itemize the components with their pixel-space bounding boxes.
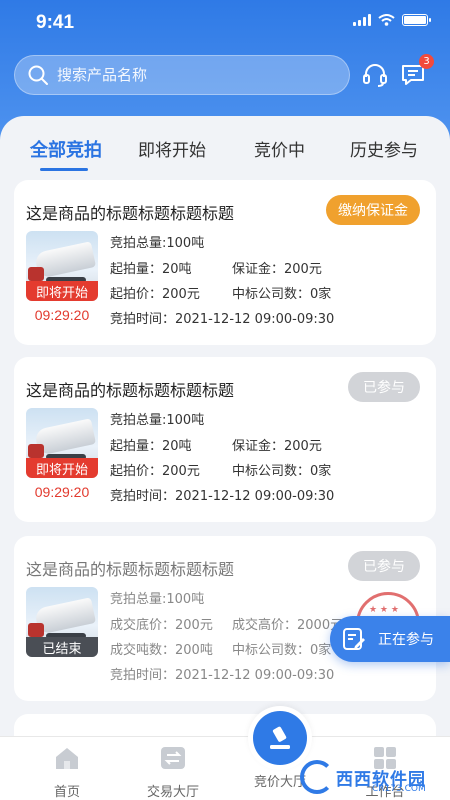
min-bid-quantity: 起拍量：20吨 <box>110 439 192 454</box>
watermark-logo: 西西软件园 CR173.COM <box>300 760 426 794</box>
product-image: 已结束 <box>26 587 98 657</box>
search-bar[interactable] <box>14 55 350 95</box>
wifi-icon <box>378 14 395 26</box>
tabbar-home[interactable]: 首页 <box>22 743 112 800</box>
edit-document-icon <box>343 628 365 650</box>
auction-card[interactable]: 这是商品的标题标题标题标题 已参与 即将开始 09:29:20 竞拍总量:100… <box>14 357 436 522</box>
total-volume: 竞拍总量:100吨 <box>110 592 205 607</box>
joined-badge: 已参与 <box>348 372 420 402</box>
pay-deposit-button[interactable]: 缴纳保证金 <box>326 195 420 225</box>
starting-price: 起拍价：200元 <box>110 464 200 479</box>
status-icons <box>353 14 431 26</box>
tabbar-trading-hall[interactable]: 交易大厅 <box>128 743 218 800</box>
auction-time: 竞拍时间：2021-12-12 09:00-09:30 <box>110 489 335 504</box>
tab-bidding[interactable]: 竞价中 <box>254 136 305 161</box>
card-title: 这是商品的标题标题标题标题 <box>26 381 235 400</box>
message-badge: 3 <box>419 54 434 69</box>
watermark-domain: CR173.COM <box>372 784 426 794</box>
tabbar-label: 交易大厅 <box>146 785 199 800</box>
status-tag: 即将开始 <box>26 281 98 301</box>
active-tab-indicator <box>40 168 88 171</box>
tabbar-label: 首页 <box>53 785 80 800</box>
countdown: 09:29:20 <box>34 307 90 323</box>
status-bar: 9:41 <box>0 0 450 44</box>
customer-service-button[interactable] <box>358 58 392 92</box>
status-tag: 已结束 <box>26 637 98 657</box>
filter-tabs: 全部竞拍 即将开始 竞价中 历史参与 <box>0 118 450 178</box>
tab-upcoming[interactable]: 即将开始 <box>138 136 206 161</box>
watermark-icon <box>300 760 334 794</box>
card-title: 这是商品的标题标题标题标题 <box>26 560 235 579</box>
countdown: 09:29:20 <box>34 484 90 500</box>
deal-tonnage: 成交吨数：200吨 <box>110 643 213 658</box>
auction-gavel-icon <box>270 726 290 749</box>
exchange-icon <box>161 747 185 769</box>
winning-company-count: 中标公司数：0家 <box>232 287 332 302</box>
participating-float-button[interactable]: 正在参与 <box>330 616 450 662</box>
product-image: 即将开始 <box>26 408 98 478</box>
joined-badge: 已参与 <box>348 551 420 581</box>
participating-label: 正在参与 <box>378 632 434 648</box>
status-tag: 即将开始 <box>26 458 98 478</box>
search-input[interactable] <box>57 66 317 84</box>
card-title: 这是商品的标题标题标题标题 <box>26 204 235 223</box>
product-image: 即将开始 <box>26 231 98 301</box>
battery-icon <box>402 14 431 26</box>
total-volume: 竞拍总量:100吨 <box>110 236 205 251</box>
winning-company-count: 中标公司数：0家 <box>232 464 332 479</box>
messages-button[interactable]: 3 <box>396 54 434 92</box>
total-volume: 竞拍总量:100吨 <box>110 413 205 428</box>
winning-company-count: 中标公司数：0家 <box>232 643 332 658</box>
deposit: 保证金：200元 <box>232 262 322 277</box>
auction-card[interactable]: 这是商品的标题标题标题标题 缴纳保证金 即将开始 09:29:20 竞拍总量:1… <box>14 180 436 345</box>
auction-time: 竞拍时间：2021-12-12 09:00-09:30 <box>110 668 335 683</box>
starting-price: 起拍价：200元 <box>110 287 200 302</box>
tab-history[interactable]: 历史参与 <box>350 136 418 161</box>
deal-min-price: 成交底价：200元 <box>110 618 213 633</box>
deposit: 保证金：200元 <box>232 439 322 454</box>
headset-icon <box>363 64 387 87</box>
auction-time: 竞拍时间：2021-12-12 09:00-09:30 <box>110 312 335 327</box>
cellular-signal-icon <box>353 14 371 26</box>
search-icon <box>28 65 48 85</box>
min-bid-quantity: 起拍量：20吨 <box>110 262 192 277</box>
deal-max-price: 成交高价：2000元 <box>232 618 344 633</box>
home-icon <box>56 748 78 769</box>
status-time: 9:41 <box>36 12 75 33</box>
tab-all[interactable]: 全部竞拍 <box>30 136 102 162</box>
